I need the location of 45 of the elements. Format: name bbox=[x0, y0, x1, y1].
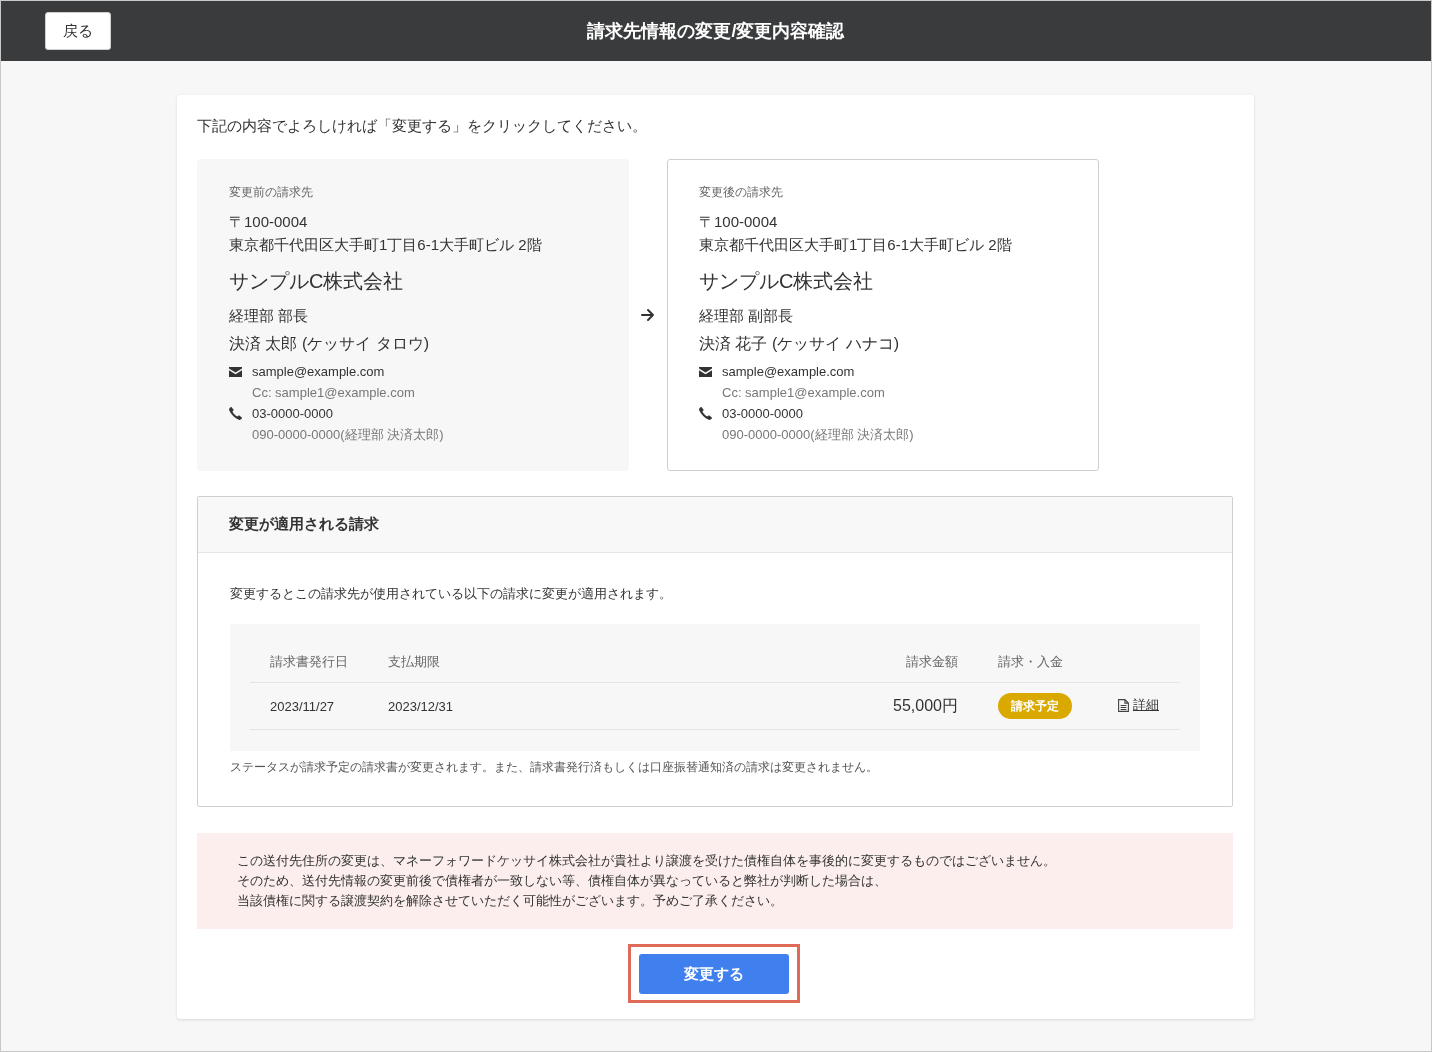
card-label: 変更前の請求先 bbox=[229, 184, 314, 201]
email-text: sample@example.com bbox=[722, 363, 856, 381]
column-header: 支払期限 bbox=[387, 652, 441, 671]
phone-text: 03-0000-0000 bbox=[722, 405, 804, 423]
status-badge: 請求予定 bbox=[998, 693, 1072, 719]
phone-text: 03-0000-0000 bbox=[252, 405, 334, 423]
contact-name: 決済 花子 (ケッサイ ハナコ) bbox=[699, 334, 900, 354]
cc-email-text: Cc: sample1@example.com bbox=[252, 384, 416, 402]
panel-title: 変更が適用される請求 bbox=[229, 515, 379, 534]
card-label: 変更後の請求先 bbox=[699, 184, 784, 201]
table-cell-text: 2023/12/31 bbox=[387, 698, 455, 714]
right-arrow-icon bbox=[641, 308, 655, 322]
cc-email-text: Cc: sample1@example.com bbox=[722, 384, 886, 402]
address-text: 東京都千代田区大手町1丁目6-1大手町ビル 2階 bbox=[229, 235, 543, 255]
email-text: sample@example.com bbox=[252, 363, 386, 381]
page-title: 請求先情報の変更/変更内容確認 bbox=[587, 20, 845, 43]
submit-button[interactable]: 変更する bbox=[638, 954, 789, 994]
department-title: 経理部 部長 bbox=[229, 306, 310, 326]
phone-note-text: 090-0000-0000(経理部 決済太郎) bbox=[252, 426, 444, 444]
company-name: サンプルC株式会社 bbox=[229, 269, 405, 294]
detail-link[interactable]: 詳細 bbox=[1118, 696, 1159, 715]
address-text: 東京都千代田区大手町1丁目6-1大手町ビル 2階 bbox=[699, 235, 1013, 255]
notice-text: 当該債権に関する譲渡契約を解除させていただく可能性がございます。予めご了承ください。 bbox=[237, 893, 784, 910]
phone-icon bbox=[699, 407, 712, 420]
column-header: 請求書発行日 bbox=[269, 652, 349, 671]
notice-text: この送付先住所の変更は、マネーフォワードケッサイ株式会社が貴社より譲渡を受けた債権自体を事後的に変更するものではございません。 bbox=[237, 853, 1057, 870]
envelope-icon bbox=[229, 366, 242, 377]
envelope-icon bbox=[699, 366, 712, 377]
back-button[interactable]: 戻る bbox=[45, 12, 111, 50]
column-header: 請求金額 bbox=[905, 652, 959, 671]
document-icon bbox=[1118, 698, 1129, 712]
notice-text: そのため、送付先情報の変更前後で債権者が一致しない等、債権自体が異なっていると弊社が判断した場合は、 bbox=[237, 873, 888, 890]
contact-name: 決済 太郎 (ケッサイ タロウ) bbox=[229, 334, 430, 354]
description-text: 変更するとこの請求先が使用されている以下の請求に変更が適用されます。 bbox=[230, 585, 673, 603]
phone-icon bbox=[229, 407, 242, 420]
postal-code: 〒100-0004 bbox=[229, 212, 309, 232]
note-text: ステータスが請求予定の請求書が変更されます。また、請求書発行済もしくは口座振替通知済の請求は変更されません。 bbox=[230, 759, 879, 776]
column-header: 請求・入金 bbox=[997, 652, 1064, 671]
instruction-text: 下記の内容でよろしければ「変更する」をクリックしてください。 bbox=[197, 116, 648, 136]
company-name: サンプルC株式会社 bbox=[699, 269, 875, 294]
table-cell-text: 2023/11/27 bbox=[269, 698, 336, 714]
amount-cell-text: 55,000円 bbox=[892, 695, 959, 716]
phone-note-text: 090-0000-0000(経理部 決済太郎) bbox=[722, 426, 914, 444]
postal-code: 〒100-0004 bbox=[699, 212, 779, 232]
department-title: 経理部 副部長 bbox=[699, 306, 795, 326]
